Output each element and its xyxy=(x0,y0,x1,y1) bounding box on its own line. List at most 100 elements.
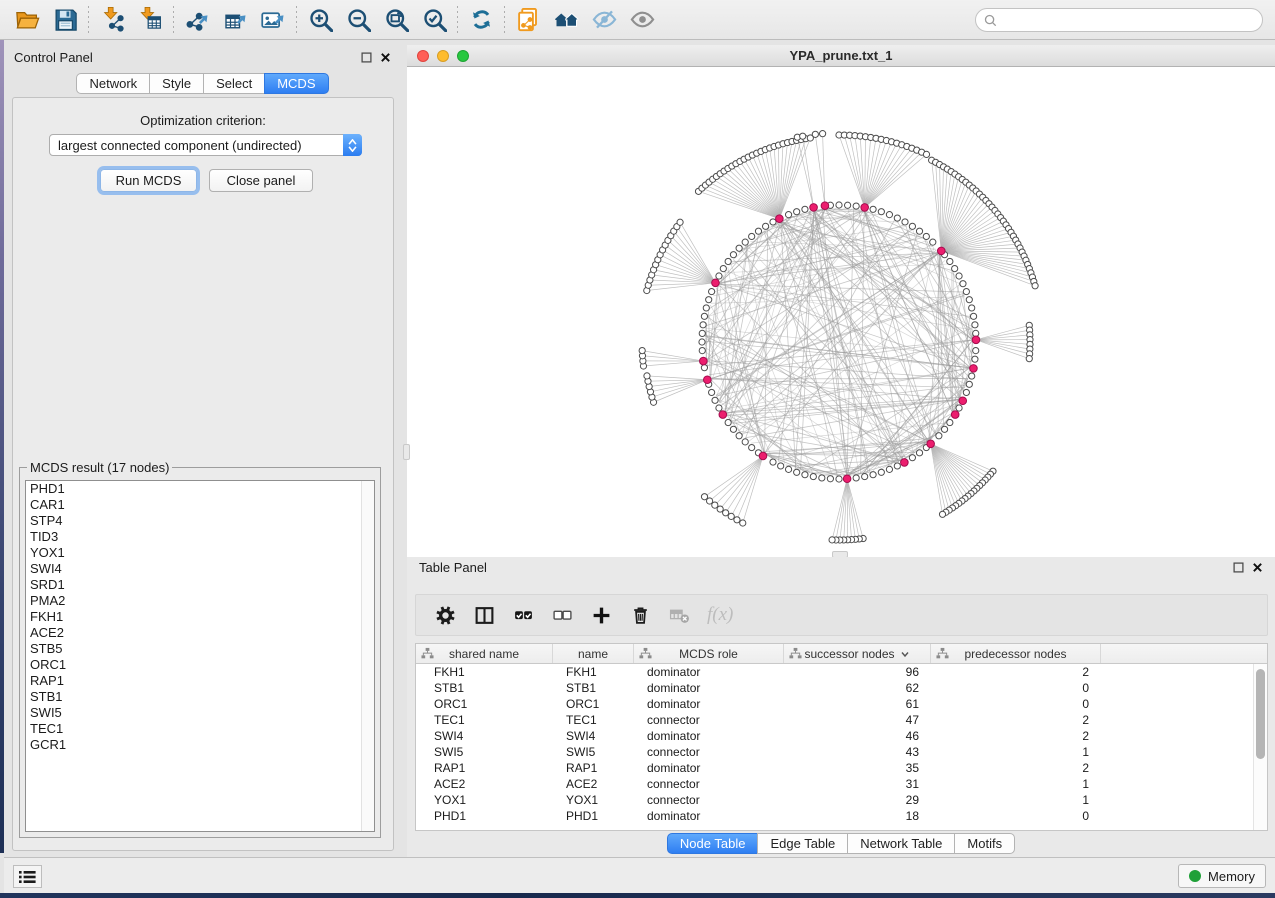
table-row[interactable]: ACE2ACE2connector311 xyxy=(416,776,1267,792)
result-node-item[interactable]: STB1 xyxy=(26,689,374,705)
node[interactable] xyxy=(770,459,776,465)
node[interactable] xyxy=(712,397,718,403)
result-node-item[interactable]: RAP1 xyxy=(26,673,374,689)
show-eye-icon[interactable] xyxy=(623,5,661,35)
search-box[interactable] xyxy=(975,8,1263,32)
mcds-node[interactable] xyxy=(810,204,818,212)
node[interactable] xyxy=(973,348,979,354)
result-node-item[interactable]: STB5 xyxy=(26,641,374,657)
column-header-name[interactable]: name xyxy=(553,644,634,663)
node[interactable] xyxy=(703,305,709,311)
cell-shared-name[interactable]: SWI5 xyxy=(416,745,553,759)
cell-shared-name[interactable]: STB1 xyxy=(416,681,553,695)
cell-name[interactable]: ACE2 xyxy=(553,777,634,791)
node[interactable] xyxy=(969,373,975,379)
node[interactable] xyxy=(794,209,800,215)
node[interactable] xyxy=(836,202,842,208)
node[interactable] xyxy=(956,273,962,279)
export-network-icon[interactable] xyxy=(178,5,216,35)
node[interactable] xyxy=(709,389,715,395)
node[interactable] xyxy=(723,510,729,516)
tab-select[interactable]: Select xyxy=(203,73,265,94)
node[interactable] xyxy=(909,455,915,461)
node[interactable] xyxy=(699,330,705,336)
cell-successor-nodes[interactable]: 46 xyxy=(784,729,931,743)
node[interactable] xyxy=(730,252,736,258)
cell-name[interactable]: FKH1 xyxy=(553,665,634,679)
result-node-item[interactable]: YOX1 xyxy=(26,545,374,561)
cell-successor-nodes[interactable]: 96 xyxy=(784,665,931,679)
close-panel-button[interactable]: Close panel xyxy=(209,169,313,192)
cell-name[interactable]: YOX1 xyxy=(553,793,634,807)
mcds-node[interactable] xyxy=(843,475,851,483)
cell-predecessor-nodes[interactable]: 0 xyxy=(931,697,1101,711)
cell-MCDS-role[interactable]: connector xyxy=(634,713,784,727)
cell-shared-name[interactable]: SWI4 xyxy=(416,729,553,743)
node[interactable] xyxy=(836,476,842,482)
node[interactable] xyxy=(819,475,825,481)
node[interactable] xyxy=(749,233,755,239)
node[interactable] xyxy=(802,472,808,478)
clone-network-icon[interactable] xyxy=(509,5,547,35)
node[interactable] xyxy=(878,209,884,215)
splitter-grip-left[interactable] xyxy=(403,444,410,460)
cell-MCDS-role[interactable]: dominator xyxy=(634,665,784,679)
tab-motifs[interactable]: Motifs xyxy=(954,833,1015,854)
node[interactable] xyxy=(878,469,884,475)
result-node-item[interactable]: SRD1 xyxy=(26,577,374,593)
cell-name[interactable]: TEC1 xyxy=(553,713,634,727)
network-window-titlebar[interactable]: YPA_prune.txt_1 xyxy=(407,45,1275,67)
node[interactable] xyxy=(862,473,868,479)
cell-predecessor-nodes[interactable]: 2 xyxy=(931,729,1101,743)
tab-edge-table[interactable]: Edge Table xyxy=(757,833,848,854)
cell-successor-nodes[interactable]: 31 xyxy=(784,777,931,791)
table-row[interactable]: ORC1ORC1dominator610 xyxy=(416,696,1267,712)
node[interactable] xyxy=(960,281,966,287)
cell-successor-nodes[interactable]: 35 xyxy=(784,761,931,775)
add-column-icon[interactable] xyxy=(586,600,616,630)
node[interactable] xyxy=(916,450,922,456)
node[interactable] xyxy=(639,347,645,353)
node[interactable] xyxy=(923,233,929,239)
tab-network-table[interactable]: Network Table xyxy=(847,833,955,854)
node[interactable] xyxy=(952,265,958,271)
node[interactable] xyxy=(742,239,748,245)
column-header-shared-name[interactable]: shared name xyxy=(416,644,553,663)
node[interactable] xyxy=(812,131,818,137)
cell-successor-nodes[interactable]: 62 xyxy=(784,681,931,695)
import-network-icon[interactable] xyxy=(93,5,131,35)
result-node-item[interactable]: TEC1 xyxy=(26,721,374,737)
tab-node-table[interactable]: Node Table xyxy=(667,833,759,854)
table-row[interactable]: PHD1PHD1dominator180 xyxy=(416,808,1267,824)
network-canvas[interactable] xyxy=(407,67,1275,557)
node[interactable] xyxy=(845,202,851,208)
cell-shared-name[interactable]: PHD1 xyxy=(416,809,553,823)
cell-name[interactable]: RAP1 xyxy=(553,761,634,775)
node[interactable] xyxy=(972,356,978,362)
table-row[interactable]: RAP1RAP1dominator352 xyxy=(416,760,1267,776)
mcds-node[interactable] xyxy=(951,411,959,419)
node[interactable] xyxy=(939,511,945,517)
node[interactable] xyxy=(810,473,816,479)
zoom-out-icon[interactable] xyxy=(339,5,377,35)
result-node-item[interactable]: STP4 xyxy=(26,513,374,529)
settings-icon[interactable] xyxy=(430,600,460,630)
node[interactable] xyxy=(963,288,969,294)
deselect-all-icon[interactable] xyxy=(547,600,577,630)
node[interactable] xyxy=(712,502,718,508)
node[interactable] xyxy=(894,215,900,221)
table-row[interactable]: SWI5SWI5connector431 xyxy=(416,744,1267,760)
node[interactable] xyxy=(886,466,892,472)
close-table-panel-icon[interactable] xyxy=(1252,562,1263,573)
mcds-node[interactable] xyxy=(712,279,720,287)
float-table-panel-icon[interactable] xyxy=(1233,562,1244,573)
node[interactable] xyxy=(709,288,715,294)
cell-name[interactable]: ORC1 xyxy=(553,697,634,711)
cell-name[interactable]: PHD1 xyxy=(553,809,634,823)
homes-icon[interactable] xyxy=(547,5,585,35)
cell-MCDS-role[interactable]: dominator xyxy=(634,681,784,695)
folder-open-icon[interactable] xyxy=(8,5,46,35)
zoom-selected-icon[interactable] xyxy=(415,5,453,35)
node[interactable] xyxy=(701,365,707,371)
node[interactable] xyxy=(853,475,859,481)
